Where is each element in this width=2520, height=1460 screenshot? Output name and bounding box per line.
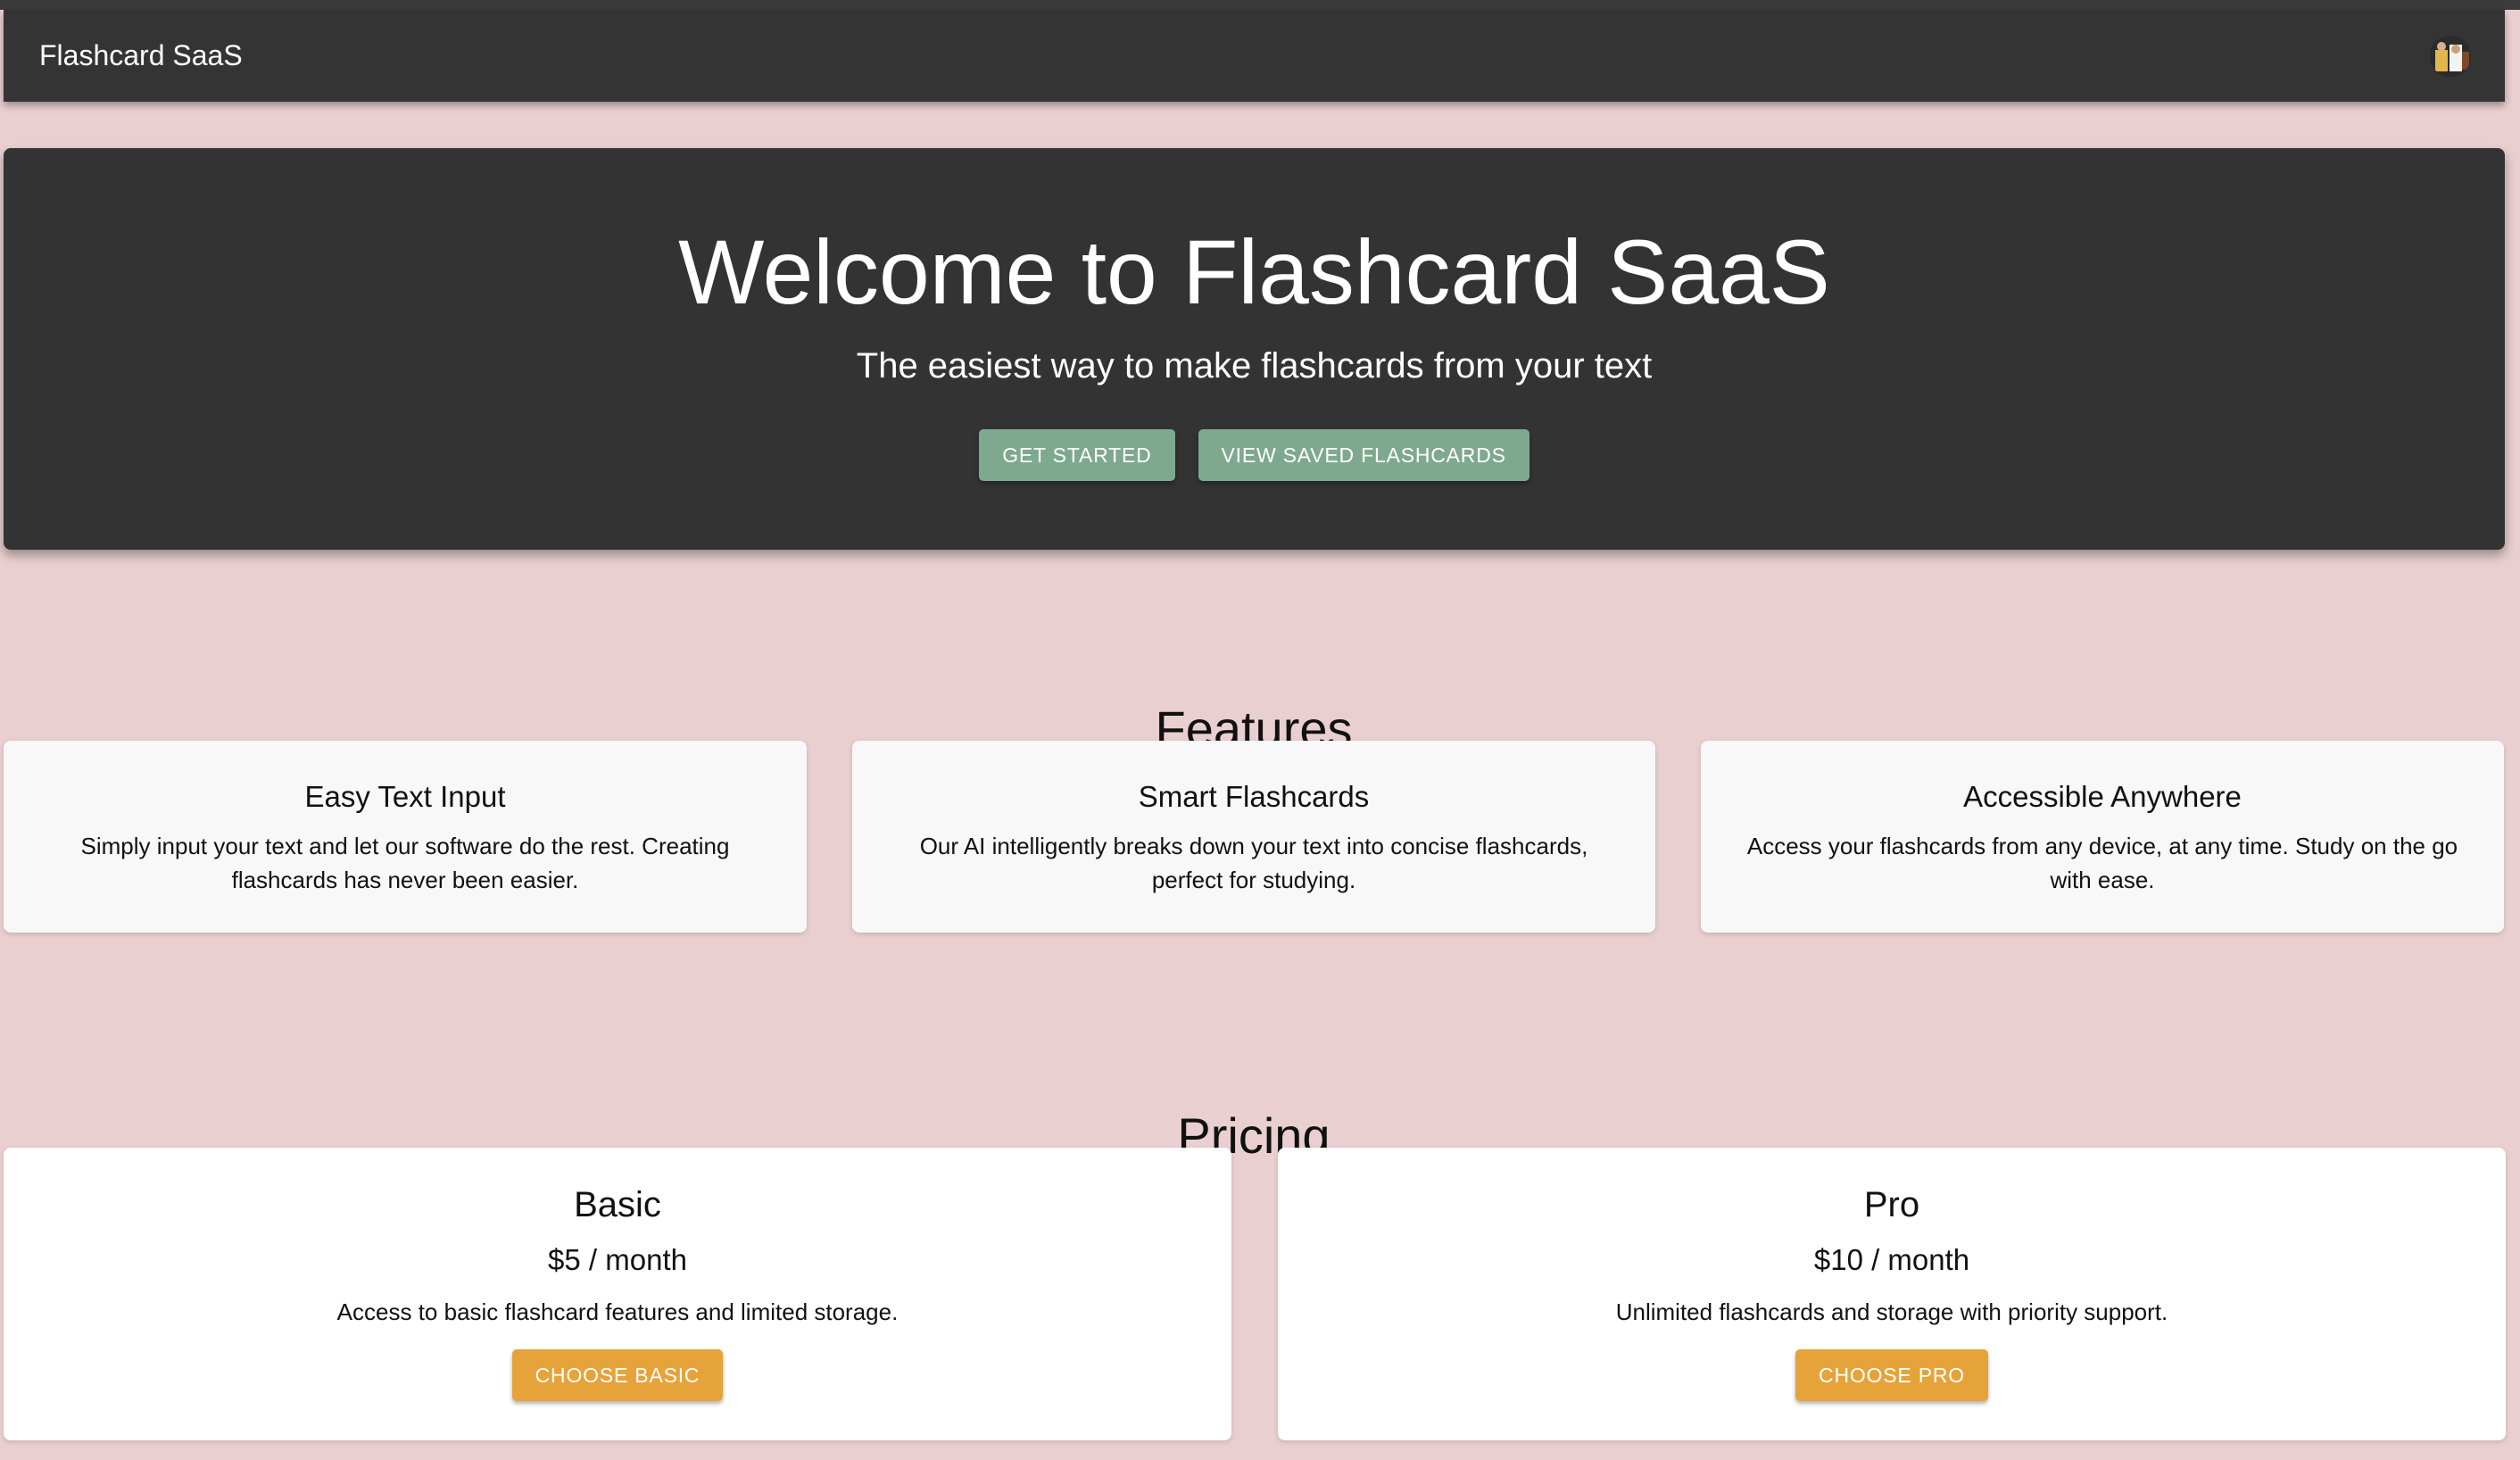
plan-price: $5 / month <box>548 1243 687 1276</box>
app-title[interactable]: Flashcard SaaS <box>39 39 243 72</box>
plan-description: Unlimited flashcards and storage with pr… <box>1615 1298 2168 1325</box>
pricing-card-basic: Basic $5 / month Access to basic flashca… <box>4 1148 1231 1440</box>
feature-card-accessible-anywhere: Accessible Anywhere Access your flashcar… <box>1701 741 2504 933</box>
hero-actions: Get Started View Saved Flashcards <box>4 429 2505 481</box>
plan-price: $10 / month <box>1813 1243 1970 1276</box>
feature-description: Access your flashcards from any device, … <box>1746 833 2458 893</box>
choose-pro-button[interactable]: Choose Pro <box>1795 1349 1988 1401</box>
app-bar: Flashcard SaaS <box>4 10 2505 102</box>
pricing-card-pro: Pro $10 / month Unlimited flashcards and… <box>1278 1148 2506 1440</box>
feature-card-easy-text-input: Easy Text Input Simply input your text a… <box>4 741 807 933</box>
view-saved-flashcards-button[interactable]: View Saved Flashcards <box>1198 429 1529 481</box>
hero-banner: Welcome to Flashcard SaaS The easiest wa… <box>4 148 2505 550</box>
plan-name: Pro <box>1863 1185 1920 1224</box>
window-top-border <box>0 0 2520 10</box>
feature-card-smart-flashcards: Smart Flashcards Our AI intelligently br… <box>852 741 1655 933</box>
plan-name: Basic <box>574 1185 661 1224</box>
feature-title: Accessible Anywhere <box>1963 780 2242 813</box>
feature-title: Smart Flashcards <box>1138 780 1370 813</box>
feature-title: Easy Text Input <box>304 780 506 813</box>
hero-title: Welcome to Flashcard SaaS <box>678 221 1830 323</box>
plan-description: Access to basic flashcard features and l… <box>336 1298 899 1325</box>
choose-basic-button[interactable]: Choose Basic <box>511 1349 724 1401</box>
feature-description: Our AI intelligently breaks down your te… <box>919 833 1588 893</box>
user-avatar-icon[interactable] <box>2430 35 2471 77</box>
feature-description: Simply input your text and let our softw… <box>80 833 730 893</box>
get-started-button[interactable]: Get Started <box>979 429 1175 481</box>
hero-subtitle: The easiest way to make flashcards from … <box>856 346 1653 386</box>
